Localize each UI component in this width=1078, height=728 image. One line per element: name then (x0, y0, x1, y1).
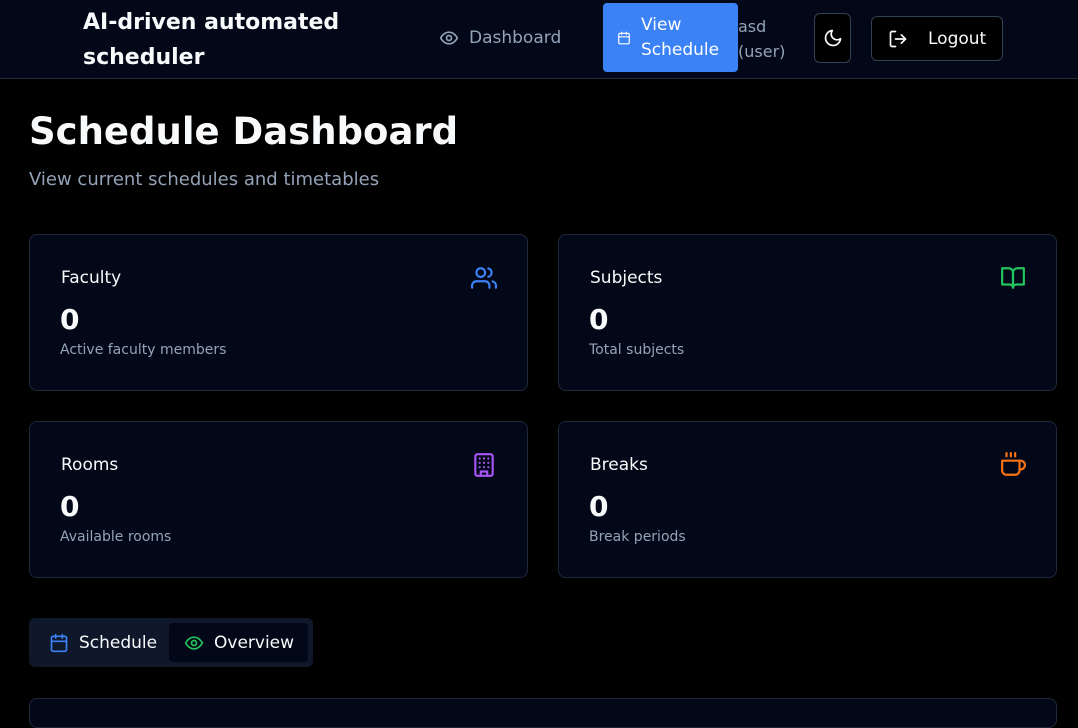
theme-toggle-button[interactable] (814, 13, 851, 63)
logout-label: Logout (928, 28, 987, 49)
logout-button[interactable]: Logout (871, 16, 1003, 61)
tab-content-panel (29, 698, 1057, 728)
nav-dashboard-label: Dashboard (469, 28, 562, 48)
book-open-icon (1000, 265, 1026, 291)
nav-view-schedule-button[interactable]: View Schedule (603, 3, 738, 72)
nav-dashboard-link[interactable]: Dashboard (439, 28, 561, 48)
stat-card-title: Faculty (61, 268, 122, 288)
eye-icon (184, 633, 204, 653)
current-user-label: asd (user) (738, 17, 786, 61)
faculty-stat-card: Faculty 0 Active faculty members (29, 234, 528, 391)
coffee-icon (1000, 452, 1026, 478)
calendar-icon (49, 633, 69, 653)
page-subtitle: View current schedules and timetables (29, 169, 380, 190)
stat-card-description: Active faculty members (60, 342, 227, 358)
stat-card-value: 0 (60, 303, 80, 336)
moon-icon (823, 28, 843, 48)
stat-card-value: 0 (589, 303, 609, 336)
stat-card-title: Breaks (590, 455, 648, 475)
tab-overview[interactable]: Overview (169, 623, 308, 662)
logout-icon (888, 29, 908, 49)
stat-card-value: 0 (60, 490, 80, 523)
nav-view-schedule-label: View Schedule (641, 14, 720, 60)
stat-card-description: Total subjects (589, 342, 685, 358)
tab-schedule[interactable]: Schedule (37, 623, 169, 662)
page-title: Schedule Dashboard (29, 110, 459, 153)
stat-card-title: Rooms (61, 455, 119, 475)
users-icon (471, 265, 497, 291)
tab-schedule-label: Schedule (79, 632, 158, 653)
building-icon (471, 452, 497, 478)
tab-overview-label: Overview (214, 632, 295, 653)
subjects-stat-card: Subjects 0 Total subjects (558, 234, 1057, 391)
app-title: AI-driven automated scheduler (83, 10, 340, 70)
stat-card-description: Available rooms (60, 529, 172, 545)
calendar-icon (617, 31, 631, 45)
eye-icon (439, 28, 459, 48)
view-tabs: Schedule Overview (29, 618, 313, 667)
breaks-stat-card: Breaks 0 Break periods (558, 421, 1057, 578)
stat-card-value: 0 (589, 490, 609, 523)
rooms-stat-card: Rooms 0 Available rooms (29, 421, 528, 578)
stat-card-description: Break periods (589, 529, 686, 545)
top-navbar: AI-driven automated scheduler Dashboard … (0, 0, 1078, 79)
stat-card-title: Subjects (590, 268, 663, 288)
